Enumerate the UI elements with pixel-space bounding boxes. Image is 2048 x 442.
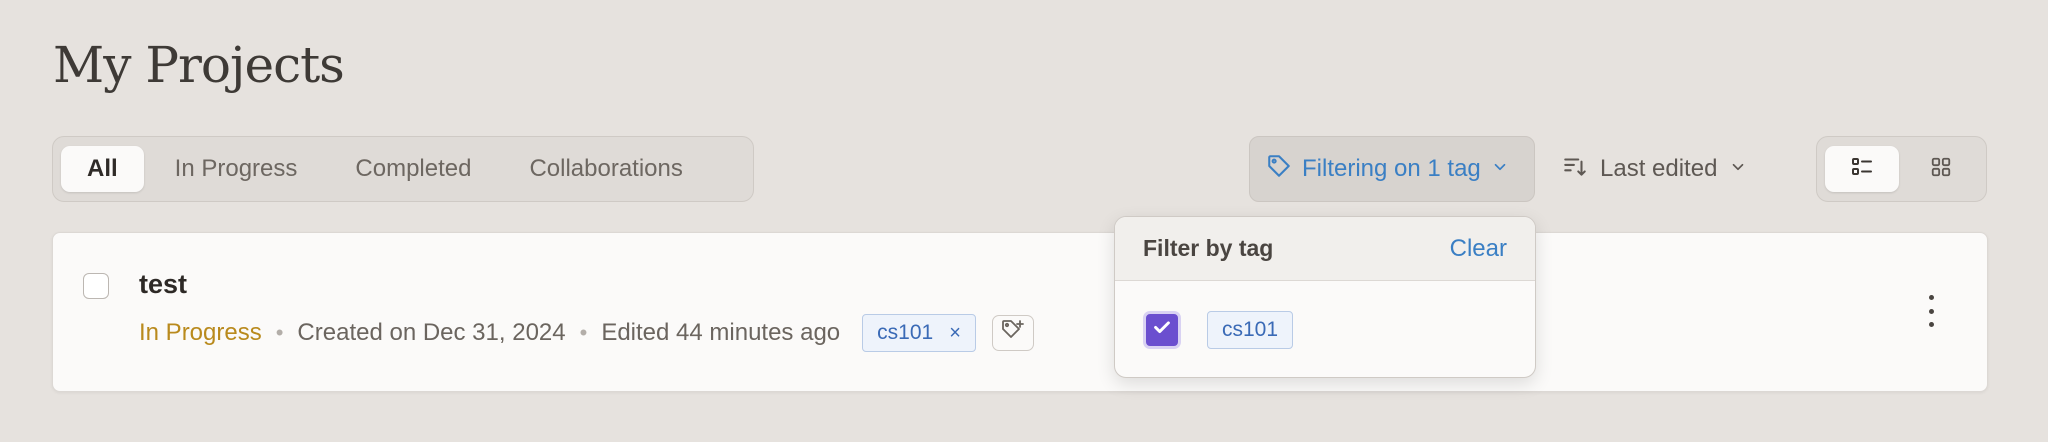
list-view-button[interactable]: [1825, 146, 1899, 192]
tag-chip: cs101 ×: [862, 314, 976, 352]
more-vertical-icon: [1928, 295, 1934, 300]
chevron-down-icon: [1729, 155, 1747, 183]
more-options-button[interactable]: [1921, 291, 1941, 331]
created-date: Created on Dec 31, 2024: [297, 319, 566, 346]
list-view-icon: [1850, 155, 1874, 184]
remove-tag-button[interactable]: ×: [949, 322, 961, 345]
tab-in-progress[interactable]: In Progress: [148, 146, 325, 192]
sort-button-label: Last edited: [1600, 155, 1718, 182]
separator-dot: •: [275, 320, 284, 345]
tab-completed[interactable]: Completed: [328, 146, 498, 192]
tag-option-label: cs101: [1207, 310, 1294, 349]
filter-button-label: Filtering on 1 tag: [1302, 155, 1481, 182]
separator-dot: •: [579, 320, 588, 345]
clear-filter-button[interactable]: Clear: [1450, 235, 1507, 263]
view-toggle: [1816, 136, 1987, 202]
sort-button[interactable]: Last edited: [1562, 136, 1747, 202]
tab-collaborations[interactable]: Collaborations: [502, 146, 709, 192]
dropdown-title: Filter by tag: [1143, 235, 1274, 261]
page-title: My Projects: [53, 36, 345, 94]
project-select-checkbox[interactable]: [83, 273, 109, 299]
add-tag-button[interactable]: [991, 315, 1034, 351]
tag-option[interactable]: cs101: [1115, 281, 1535, 377]
project-tags: cs101 ×: [862, 314, 1034, 352]
grid-view-icon: [1930, 156, 1952, 183]
add-tag-icon: [1000, 318, 1026, 349]
chevron-down-icon: [1491, 155, 1509, 183]
tag-chip-label: cs101: [877, 321, 934, 344]
sort-icon: [1562, 153, 1588, 186]
project-card[interactable]: test In Progress • Created on Dec 31, 20…: [52, 232, 1988, 392]
tag-option-checkbox[interactable]: [1143, 310, 1181, 349]
tab-all[interactable]: All: [61, 146, 144, 192]
project-tabs: All In Progress Completed Collaborations: [52, 136, 754, 202]
filter-by-tag-dropdown: Filter by tag Clear cs101: [1114, 216, 1536, 378]
dropdown-header: Filter by tag Clear: [1115, 217, 1535, 281]
status-badge: In Progress: [139, 319, 262, 346]
project-meta: In Progress • Created on Dec 31, 2024 • …: [139, 314, 1034, 352]
tag-icon: [1266, 153, 1292, 186]
check-icon: [1151, 316, 1173, 343]
tag-filter-button[interactable]: Filtering on 1 tag: [1249, 136, 1535, 202]
edited-time: Edited 44 minutes ago: [601, 319, 841, 346]
project-title[interactable]: test: [139, 269, 187, 300]
grid-view-button[interactable]: [1905, 146, 1979, 192]
